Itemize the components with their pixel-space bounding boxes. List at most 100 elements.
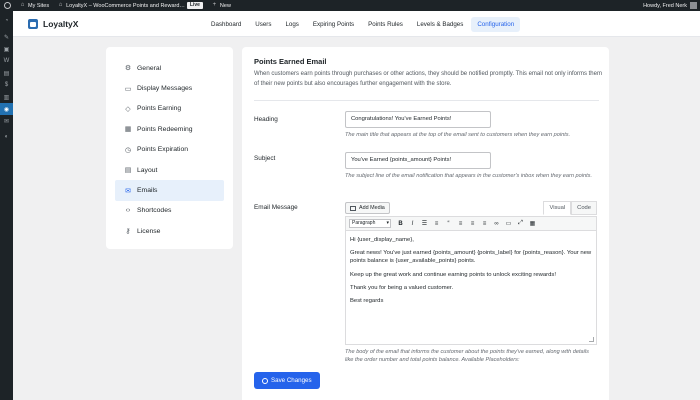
add-media-label: Add Media — [359, 205, 385, 211]
nav-label: Points Expiration — [137, 146, 189, 154]
heading-label: Heading — [254, 116, 278, 123]
tab-configuration[interactable]: Configuration — [471, 17, 521, 32]
bold-icon[interactable]: B — [395, 219, 406, 229]
nav-label: Display Messages — [137, 85, 193, 93]
wp-admin-menu: ◔ ✎ ▣ W ▤ $ ▥ ◉ ✉ ◐ — [0, 11, 13, 400]
divider — [254, 100, 599, 101]
products-icon[interactable]: ▤ — [0, 67, 13, 79]
tab-levels-badges[interactable]: Levels & Badges — [411, 17, 469, 32]
site-name-menu[interactable]: ⌂ LoyaltyX – WooCommerce Points and Rewar… — [53, 0, 207, 11]
nav-label: Points Earning — [137, 105, 182, 113]
editor-mode-tabs: Visual Code — [543, 201, 597, 215]
settings-nav: ⚙ General ▭ Display Messages ◇ Points Earni… — [106, 47, 233, 249]
tab-users[interactable]: Users — [249, 17, 277, 32]
collapse-icon[interactable]: ◐ — [0, 131, 13, 143]
brand: LoyaltyX — [28, 18, 79, 29]
read-more-icon[interactable]: ▭ — [503, 219, 514, 229]
loyaltyx-logo-icon — [28, 18, 38, 29]
message-paragraph: Thank you for being a valued customer. — [350, 284, 454, 291]
align-left-icon[interactable]: ≡ — [455, 219, 466, 229]
new-content-menu[interactable]: + New — [207, 0, 235, 11]
nav-item-license[interactable]: ⚷ License — [115, 221, 224, 241]
subject-input[interactable]: You've Earned {points_amount} Points! — [345, 152, 491, 169]
save-changes-label: Save Changes — [271, 377, 312, 384]
plus-icon: + — [212, 2, 217, 8]
media-icon — [350, 205, 356, 211]
subject-help: The subject line of the email notificati… — [345, 173, 593, 179]
editor-content[interactable]: Hi {user_display_name}, Great news! You'… — [346, 231, 596, 315]
add-media-button[interactable]: Add Media — [345, 202, 390, 214]
pin-icon[interactable]: ✎ — [0, 31, 13, 43]
tab-expiring-points[interactable]: Expiring Points — [307, 17, 360, 32]
layout-icon: ▤ — [124, 167, 132, 175]
email-message-label: Email Message — [254, 204, 298, 211]
new-label: New — [219, 2, 231, 9]
message-paragraph: Keep up the great work and continue earn… — [350, 271, 556, 278]
heading-help: The main title that appears at the top o… — [345, 132, 571, 138]
email-message-editor[interactable]: Paragraph B I ☰ ≡ “ ≡ ≡ ≡ ∞ ▭ ⤢ ▦ Hi {us… — [345, 216, 597, 345]
nav-label: Emails — [137, 187, 158, 195]
nav-item-points-redeeming[interactable]: ▦ Points Redeeming — [115, 119, 224, 139]
app-header: LoyaltyX Dashboard Users Logs Expiring P… — [13, 11, 700, 37]
gear-icon: ⚙ — [124, 65, 132, 73]
align-right-icon[interactable]: ≡ — [479, 219, 490, 229]
blockquote-icon[interactable]: “ — [443, 219, 454, 229]
link-icon[interactable]: ∞ — [491, 219, 502, 229]
nav-item-emails[interactable]: ✉ Emails — [115, 180, 224, 201]
gift-icon: ▦ — [124, 126, 132, 134]
message-paragraph: Hi {user_display_name}, — [350, 237, 414, 243]
message-paragraph: Best regards — [350, 298, 384, 305]
site-name-label: LoyaltyX – WooCommerce Points and Reward… — [66, 2, 185, 9]
wp-logo-menu[interactable] — [0, 0, 15, 11]
my-sites-menu[interactable]: ⌂ My Sites — [15, 0, 53, 11]
align-center-icon[interactable]: ≡ — [467, 219, 478, 229]
numbered-list-icon[interactable]: ≡ — [431, 219, 442, 229]
payments-icon[interactable]: $ — [0, 79, 13, 91]
nav-item-general[interactable]: ⚙ General — [115, 58, 224, 78]
nav-item-layout[interactable]: ▤ Layout — [115, 160, 224, 180]
bullet-list-icon[interactable]: ☰ — [419, 219, 430, 229]
dashboard-icon[interactable]: ◔ — [0, 15, 13, 27]
tab-points-rules[interactable]: Points Rules — [362, 17, 409, 32]
wp-admin-bar: ⌂ My Sites ⌂ LoyaltyX – WooCommerce Points… — [0, 0, 700, 11]
loyaltyx-menu-icon[interactable]: ◉ — [0, 103, 13, 115]
brand-name: LoyaltyX — [43, 18, 79, 29]
toolbar-toggle-icon[interactable]: ▦ — [527, 219, 538, 229]
format-select[interactable]: Paragraph — [349, 219, 391, 228]
nav-label: General — [137, 64, 162, 72]
nav-item-display-messages[interactable]: ▭ Display Messages — [115, 78, 224, 98]
home-icon: ⌂ — [58, 2, 63, 8]
analytics-icon[interactable]: ▥ — [0, 91, 13, 103]
nav-item-points-earning[interactable]: ◇ Points Earning — [115, 99, 224, 119]
tab-logs[interactable]: Logs — [279, 17, 304, 32]
email-icon: ✉ — [125, 187, 131, 195]
greeting: Howdy, Fred Nerk — [643, 2, 687, 9]
account-menu[interactable]: Howdy, Fred Nerk — [643, 2, 700, 9]
tab-dashboard[interactable]: Dashboard — [205, 17, 247, 32]
marketing-icon[interactable]: ✉ — [0, 115, 13, 127]
tab-code[interactable]: Code — [571, 201, 597, 215]
italic-icon[interactable]: I — [407, 219, 418, 229]
nav-item-points-expiration[interactable]: ◷ Points Expiration — [115, 140, 224, 160]
save-changes-button[interactable]: Save Changes — [254, 372, 320, 389]
subject-label: Subject — [254, 155, 276, 162]
woocommerce-icon[interactable]: W — [0, 55, 13, 67]
media-icon[interactable]: ▣ — [0, 43, 13, 55]
wordpress-icon — [4, 2, 11, 9]
nav-item-shortcodes[interactable]: ‹› Shortcodes — [115, 201, 224, 221]
clock-icon: ◷ — [124, 146, 132, 154]
code-icon: ‹› — [125, 207, 131, 215]
live-badge: Live — [186, 2, 203, 9]
key-icon: ⚷ — [125, 228, 131, 236]
section-title: Points Earned Email — [254, 57, 327, 66]
tag-icon: ◇ — [125, 105, 131, 113]
nav-label: Layout — [137, 166, 158, 174]
heading-input[interactable]: Congratulations! You've Earned Points! — [345, 111, 491, 128]
sites-icon: ⌂ — [20, 2, 25, 8]
nav-label: Shortcodes — [137, 207, 172, 215]
resize-handle-icon[interactable] — [589, 337, 594, 342]
tab-visual[interactable]: Visual — [543, 201, 572, 215]
section-description: When customers earn points through purch… — [254, 71, 602, 87]
fullscreen-icon[interactable]: ⤢ — [515, 219, 526, 229]
my-sites-label: My Sites — [28, 2, 50, 9]
